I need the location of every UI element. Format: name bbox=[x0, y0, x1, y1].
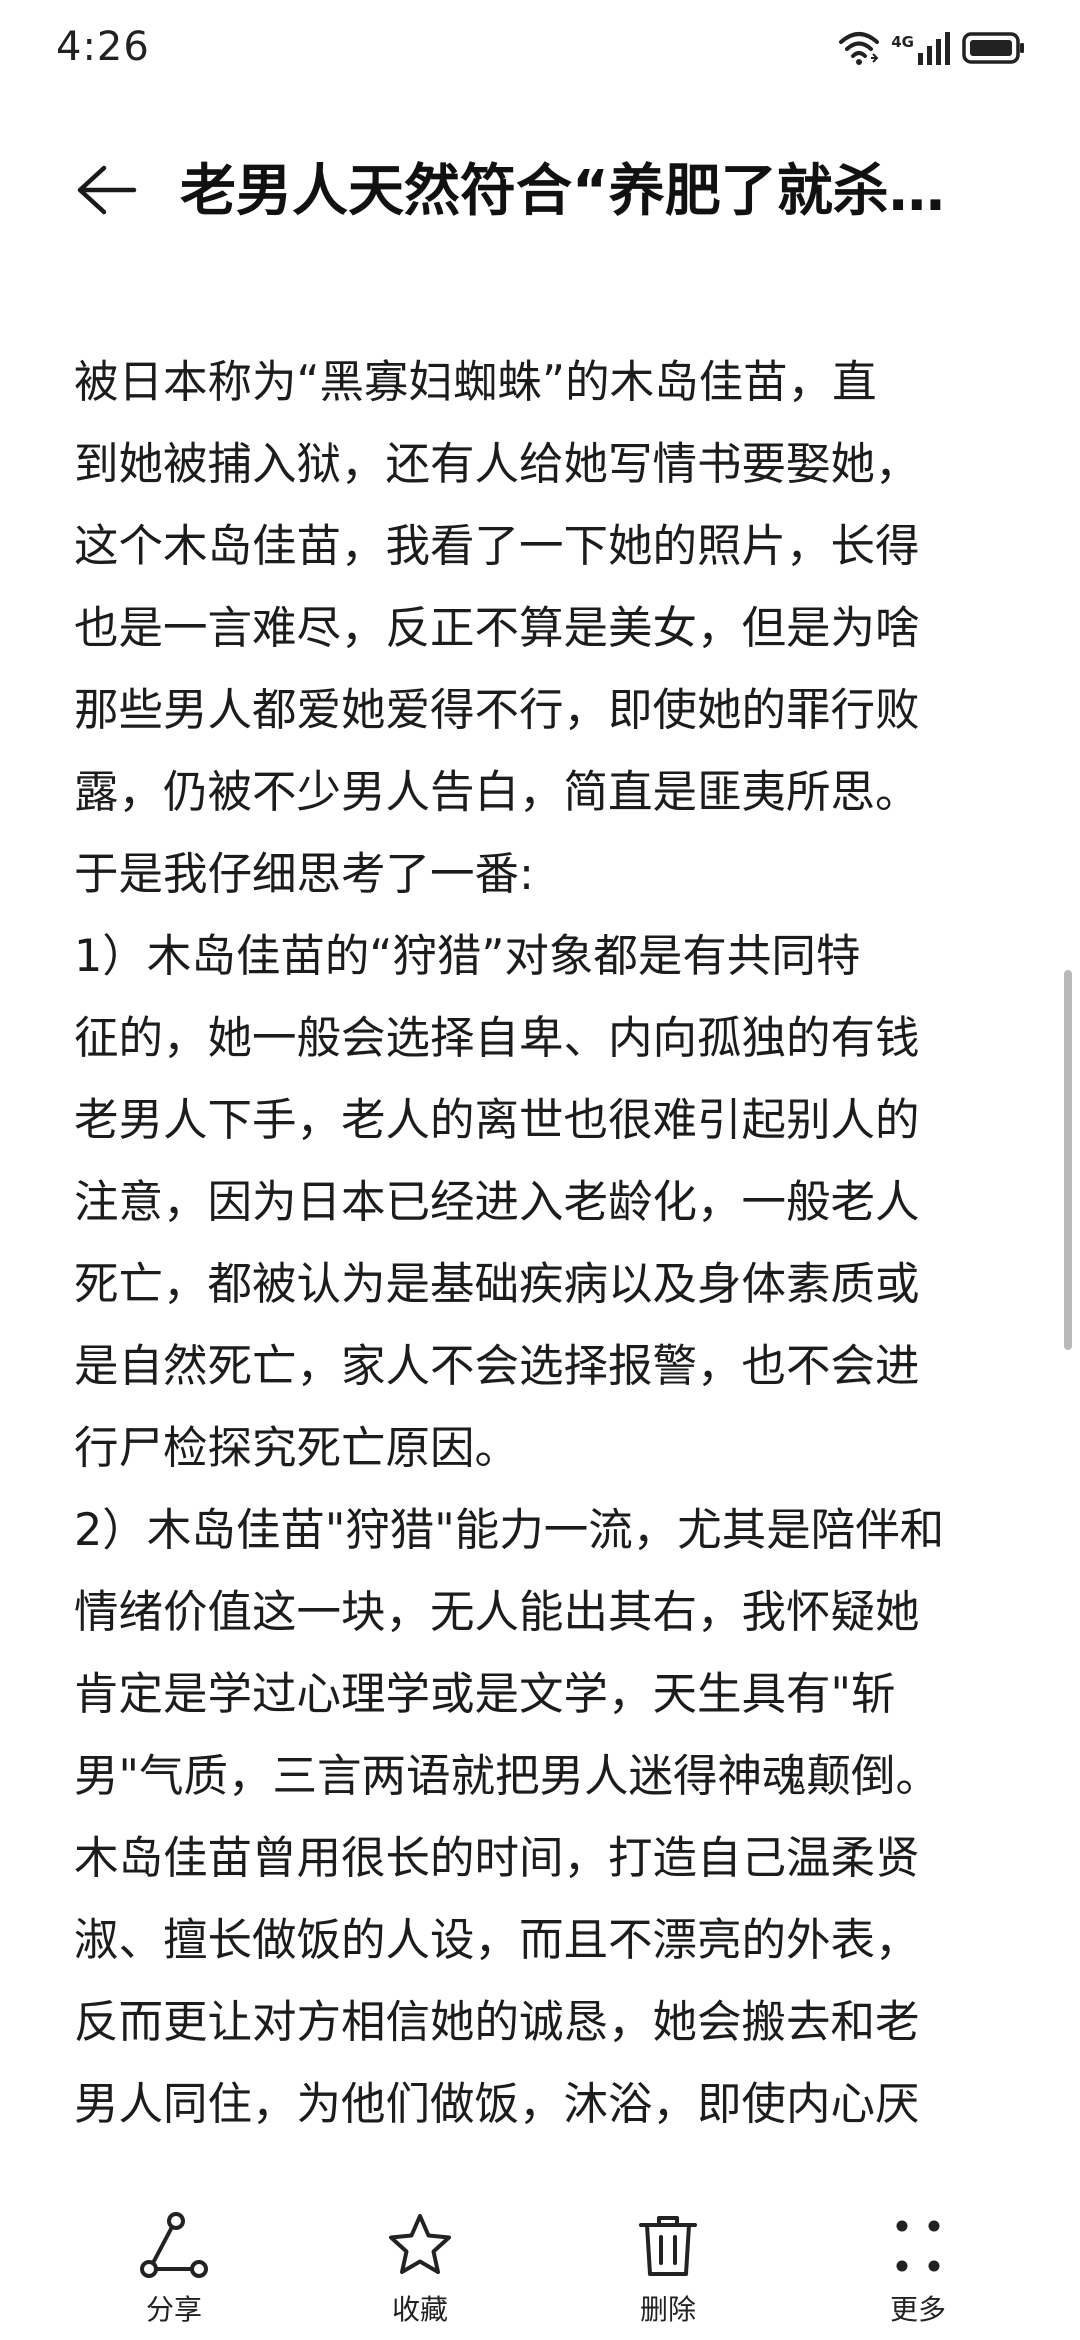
article-line: 那些男人都爱她爱得不行，即使她的罪行败 bbox=[74, 685, 920, 736]
back-button[interactable] bbox=[66, 152, 146, 232]
signal-icon bbox=[918, 31, 952, 69]
status-bar: 4:26 4G bbox=[0, 0, 1080, 100]
article-line: 反而更让对方相信她的诚恳，她会搬去和老 bbox=[74, 1997, 920, 2048]
article-line: 行尸检探究死亡原因。 bbox=[74, 1423, 520, 1474]
more-button[interactable]: 更多 bbox=[838, 2210, 998, 2340]
article-body: 被日本称为“黑寡妇蜘蛛”的木岛佳苗，直 到她被捕入狱，还有人给她写情书要娶她， … bbox=[74, 342, 1014, 2192]
article-line: 是自然死亡，家人不会选择报警，也不会进 bbox=[74, 1341, 920, 1392]
article-line: 于是我仔细思考了一番: bbox=[74, 849, 534, 900]
article-line: 男人同住，为他们做饭，沐浴，即使内心厌 bbox=[74, 2079, 920, 2130]
article-line: 到她被捕入狱，还有人给她写情书要娶她， bbox=[74, 439, 920, 490]
article-line: 1）木岛佳苗的“狩猎”对象都是有共同特 bbox=[74, 931, 861, 982]
article-line: 2）木岛佳苗"狩猎"能力一流，尤其是陪伴和 bbox=[74, 1505, 945, 1556]
article-line: 被日本称为“黑寡妇蜘蛛”的木岛佳苗，直 bbox=[74, 357, 877, 408]
network-type-label: 4G bbox=[891, 33, 914, 51]
more-label: 更多 bbox=[889, 2293, 946, 2326]
header: 老男人天然符合“养肥了就杀… bbox=[0, 130, 1080, 250]
article-line: 男"气质，三言两语就把男人迷得神魂颠倒。 bbox=[74, 1751, 940, 1802]
status-icons: 4G bbox=[837, 28, 1026, 72]
wifi-icon bbox=[837, 30, 881, 70]
article-line: 征的，她一般会选择自卑、内向孤独的有钱 bbox=[74, 1013, 920, 1064]
article-line: 淑、擅长做饭的人设，而且不漂亮的外表， bbox=[74, 1915, 920, 1966]
article-line: 这个木岛佳苗，我看了一下她的照片，长得 bbox=[74, 521, 920, 572]
article-line: 肯定是学过心理学或是文学，天生具有"斩 bbox=[74, 1669, 896, 1720]
delete-button[interactable]: 删除 bbox=[588, 2210, 748, 2340]
article-line: 也是一言难尽，反正不算是美女，但是为啥 bbox=[74, 603, 920, 654]
share-icon bbox=[138, 2210, 210, 2282]
article-line: 死亡，都被认为是基础疾病以及身体素质或 bbox=[74, 1259, 920, 1310]
page-title: 老男人天然符合“养肥了就杀… bbox=[180, 159, 945, 224]
article-line: 注意，因为日本已经进入老龄化，一般老人 bbox=[74, 1177, 920, 1228]
scrollbar[interactable] bbox=[1064, 970, 1072, 1350]
back-arrow-icon bbox=[74, 162, 138, 222]
trash-icon bbox=[632, 2210, 704, 2282]
article-line: 木岛佳苗曾用很长的时间，打造自己温柔贤 bbox=[74, 1833, 920, 1884]
article-line: 老男人下手，老人的离世也很难引起别人的 bbox=[74, 1095, 920, 1146]
favorite-label: 收藏 bbox=[391, 2293, 448, 2326]
battery-icon bbox=[962, 31, 1026, 69]
share-label: 分享 bbox=[145, 2293, 202, 2326]
share-button[interactable]: 分享 bbox=[94, 2210, 254, 2340]
more-dots-icon bbox=[882, 2210, 954, 2282]
status-time: 4:26 bbox=[56, 24, 150, 70]
bottom-toolbar: 分享 收藏 删除 更多 bbox=[0, 2200, 1080, 2340]
favorite-button[interactable]: 收藏 bbox=[340, 2210, 500, 2340]
star-icon bbox=[384, 2210, 456, 2282]
article-line: 情绪价值这一块，无人能出其右，我怀疑她 bbox=[74, 1587, 920, 1638]
delete-label: 删除 bbox=[639, 2293, 696, 2326]
article-line: 露，仍被不少男人告白，简直是匪夷所思。 bbox=[74, 767, 920, 818]
